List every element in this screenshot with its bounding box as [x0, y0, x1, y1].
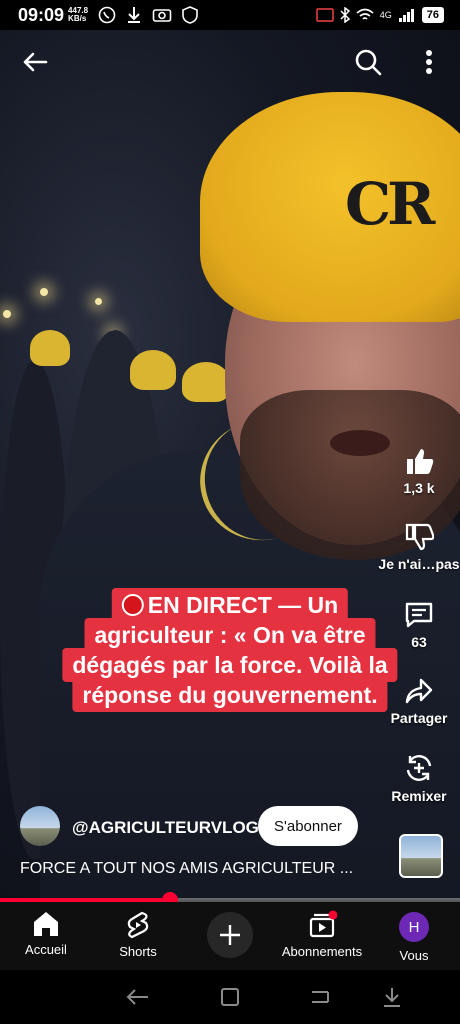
thumbs-down-icon — [405, 523, 434, 551]
screenshot-icon — [152, 9, 172, 22]
download-icon — [128, 7, 141, 23]
comment-icon — [405, 602, 433, 628]
plus-icon — [220, 925, 240, 945]
nav-shorts[interactable]: Shorts — [92, 910, 184, 959]
channel-handle[interactable]: @AGRICULTEURVLOG — [72, 818, 259, 838]
crowd-hat — [130, 350, 176, 390]
shorts-icon — [127, 911, 149, 939]
crowd-hat — [182, 362, 230, 402]
remix-button[interactable]: Remixer — [374, 752, 460, 804]
bluetooth-icon — [340, 7, 350, 23]
more-vert-icon — [426, 50, 432, 74]
like-count: 1,3 k — [403, 480, 435, 496]
nav-subscriptions[interactable]: Abonnements — [276, 910, 368, 959]
arrow-left-icon — [23, 52, 48, 72]
system-recents-button[interactable] — [300, 982, 340, 1012]
shield-icon — [182, 6, 198, 24]
recents-icon — [312, 991, 329, 1003]
wifi-icon — [356, 8, 374, 20]
dislike-button[interactable]: Je n'ai…pas — [374, 522, 460, 572]
share-button[interactable]: Partager — [374, 676, 460, 726]
nav-home[interactable]: Accueil — [0, 910, 92, 957]
share-label: Partager — [390, 710, 448, 726]
whatsapp-icon — [98, 6, 116, 24]
cast-icon — [315, 8, 334, 22]
home-icon — [34, 912, 58, 936]
network-label: 4G — [379, 10, 392, 20]
comments-count: 63 — [411, 634, 427, 650]
sound-thumbnail[interactable] — [399, 834, 443, 878]
hat-logo: CR — [345, 170, 435, 238]
clock: 09:09 — [18, 4, 65, 25]
more-options-button[interactable] — [411, 44, 447, 80]
background-light — [40, 288, 48, 296]
subscriptions-icon — [309, 910, 337, 938]
caption-line: agriculteur : « On va être — [84, 618, 376, 652]
system-navigation-bar — [0, 970, 460, 1024]
channel-avatar[interactable] — [20, 806, 60, 846]
caption-line: dégagés par la force. Voilà la — [62, 648, 398, 682]
square-icon — [221, 988, 239, 1006]
nav-you[interactable]: H Vous — [368, 910, 460, 963]
like-button[interactable]: 1,3 k — [374, 446, 460, 496]
back-arrow-icon — [126, 989, 148, 1005]
video-description[interactable]: FORCE A TOUT NOS AMIS AGRICULTEUR ... — [20, 860, 353, 878]
remix-label: Remixer — [391, 788, 447, 804]
system-hide-keyboard-button[interactable] — [372, 982, 412, 1012]
background-light — [3, 310, 11, 318]
avatar: H — [399, 912, 429, 942]
dislike-label: Je n'ai…pas — [378, 556, 460, 572]
comments-button[interactable]: 63 — [374, 600, 460, 650]
system-home-button[interactable] — [210, 982, 250, 1012]
caption-line: réponse du gouvernement. — [72, 678, 388, 712]
create-button[interactable] — [207, 912, 253, 958]
bottom-navigation: Accueil Shorts Abonnements H Vous — [0, 902, 460, 970]
download-arrow-icon — [384, 988, 400, 1007]
live-dot-icon — [121, 594, 144, 616]
back-button[interactable] — [17, 44, 53, 80]
remix-icon — [406, 755, 432, 781]
thumbs-up-icon — [407, 449, 434, 474]
caption-line: EN DIRECT — Un — [111, 588, 349, 622]
system-back-button[interactable] — [118, 982, 158, 1012]
search-button[interactable] — [350, 44, 386, 80]
background-light — [95, 298, 102, 305]
battery-indicator: 76 — [421, 7, 444, 23]
net-speed: 447.8 KB/s — [68, 6, 89, 23]
subscribe-button[interactable]: S'abonner — [258, 806, 358, 846]
search-icon — [355, 49, 382, 76]
status-bar: 09:09 447.8 KB/s 4G 76 — [0, 0, 460, 30]
signal-icon — [398, 9, 414, 22]
crowd-hat — [30, 330, 70, 366]
share-icon — [405, 678, 433, 704]
